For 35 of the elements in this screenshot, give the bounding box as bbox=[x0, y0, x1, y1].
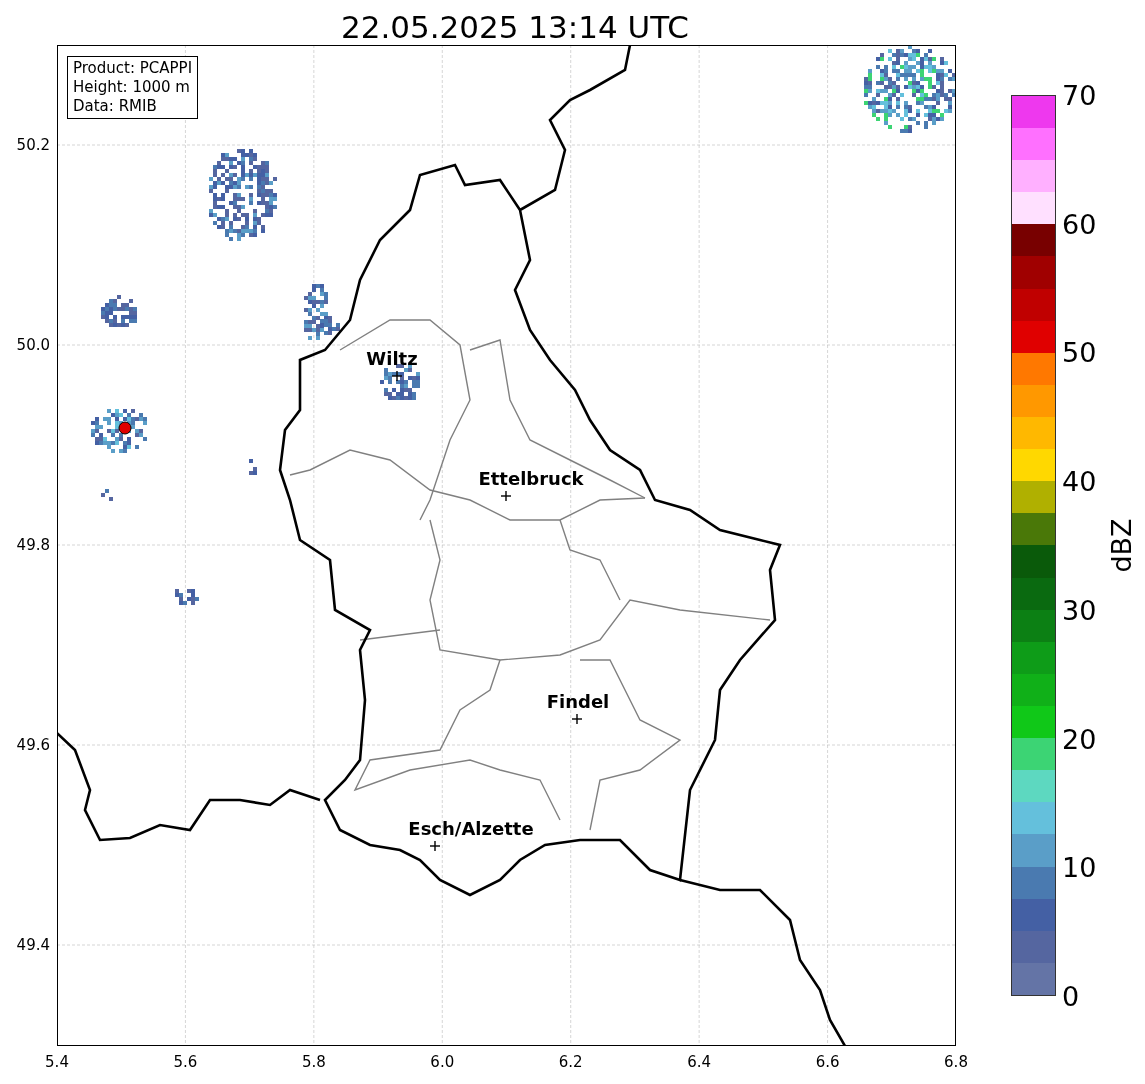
chart-title: 22.05.2025 13:14 UTC bbox=[340, 8, 690, 45]
city-label: Ettelbruck bbox=[478, 468, 584, 489]
y-tick-label: 49.6 bbox=[16, 736, 50, 754]
legend-text: Height: 1000 m bbox=[73, 78, 191, 97]
x-tick-label: 6.6 bbox=[815, 1053, 840, 1071]
colorbar-tick-label: 30 bbox=[1062, 594, 1097, 626]
radar-site-marker bbox=[118, 421, 132, 435]
colorbar-tick-label: 40 bbox=[1062, 465, 1097, 497]
x-tick-label: 5.4 bbox=[45, 1053, 69, 1071]
x-tick-label: 6.2 bbox=[558, 1053, 583, 1071]
colorbar-tick-label: 60 bbox=[1062, 208, 1097, 240]
x-tick-label: 6.4 bbox=[687, 1053, 712, 1071]
city-label: Wiltz bbox=[366, 348, 418, 369]
colorbar-tick-label: 50 bbox=[1062, 336, 1097, 368]
city-marker-icon bbox=[571, 713, 583, 725]
y-tick-label: 49.8 bbox=[16, 536, 50, 554]
x-tick-label: 6.8 bbox=[944, 1053, 968, 1071]
city-marker-icon bbox=[391, 370, 403, 382]
legend-text: Product: PCAPPI bbox=[73, 59, 193, 78]
colorbar-tick-label: 10 bbox=[1062, 851, 1097, 883]
legend-text: Data: RMIB bbox=[73, 97, 158, 116]
y-tick-label: 50.0 bbox=[16, 336, 50, 354]
city-label: Findel bbox=[546, 691, 610, 712]
colorbar-tick-label: 20 bbox=[1062, 723, 1097, 755]
x-tick-label: 5.8 bbox=[301, 1053, 326, 1071]
city-marker-icon bbox=[500, 490, 512, 502]
y-tick-label: 50.2 bbox=[16, 136, 50, 154]
city-label: Esch/Alzette bbox=[408, 818, 534, 839]
x-tick-label: 5.6 bbox=[173, 1053, 198, 1071]
city-marker-icon bbox=[429, 840, 441, 852]
colorbar-tick-label: 0 bbox=[1062, 980, 1080, 1012]
colorbar-tick-label: 70 bbox=[1062, 79, 1097, 111]
x-tick-label: 6.0 bbox=[430, 1053, 455, 1071]
colorbar-label: dBZ bbox=[1105, 518, 1137, 573]
y-tick-label: 49.4 bbox=[16, 936, 50, 954]
